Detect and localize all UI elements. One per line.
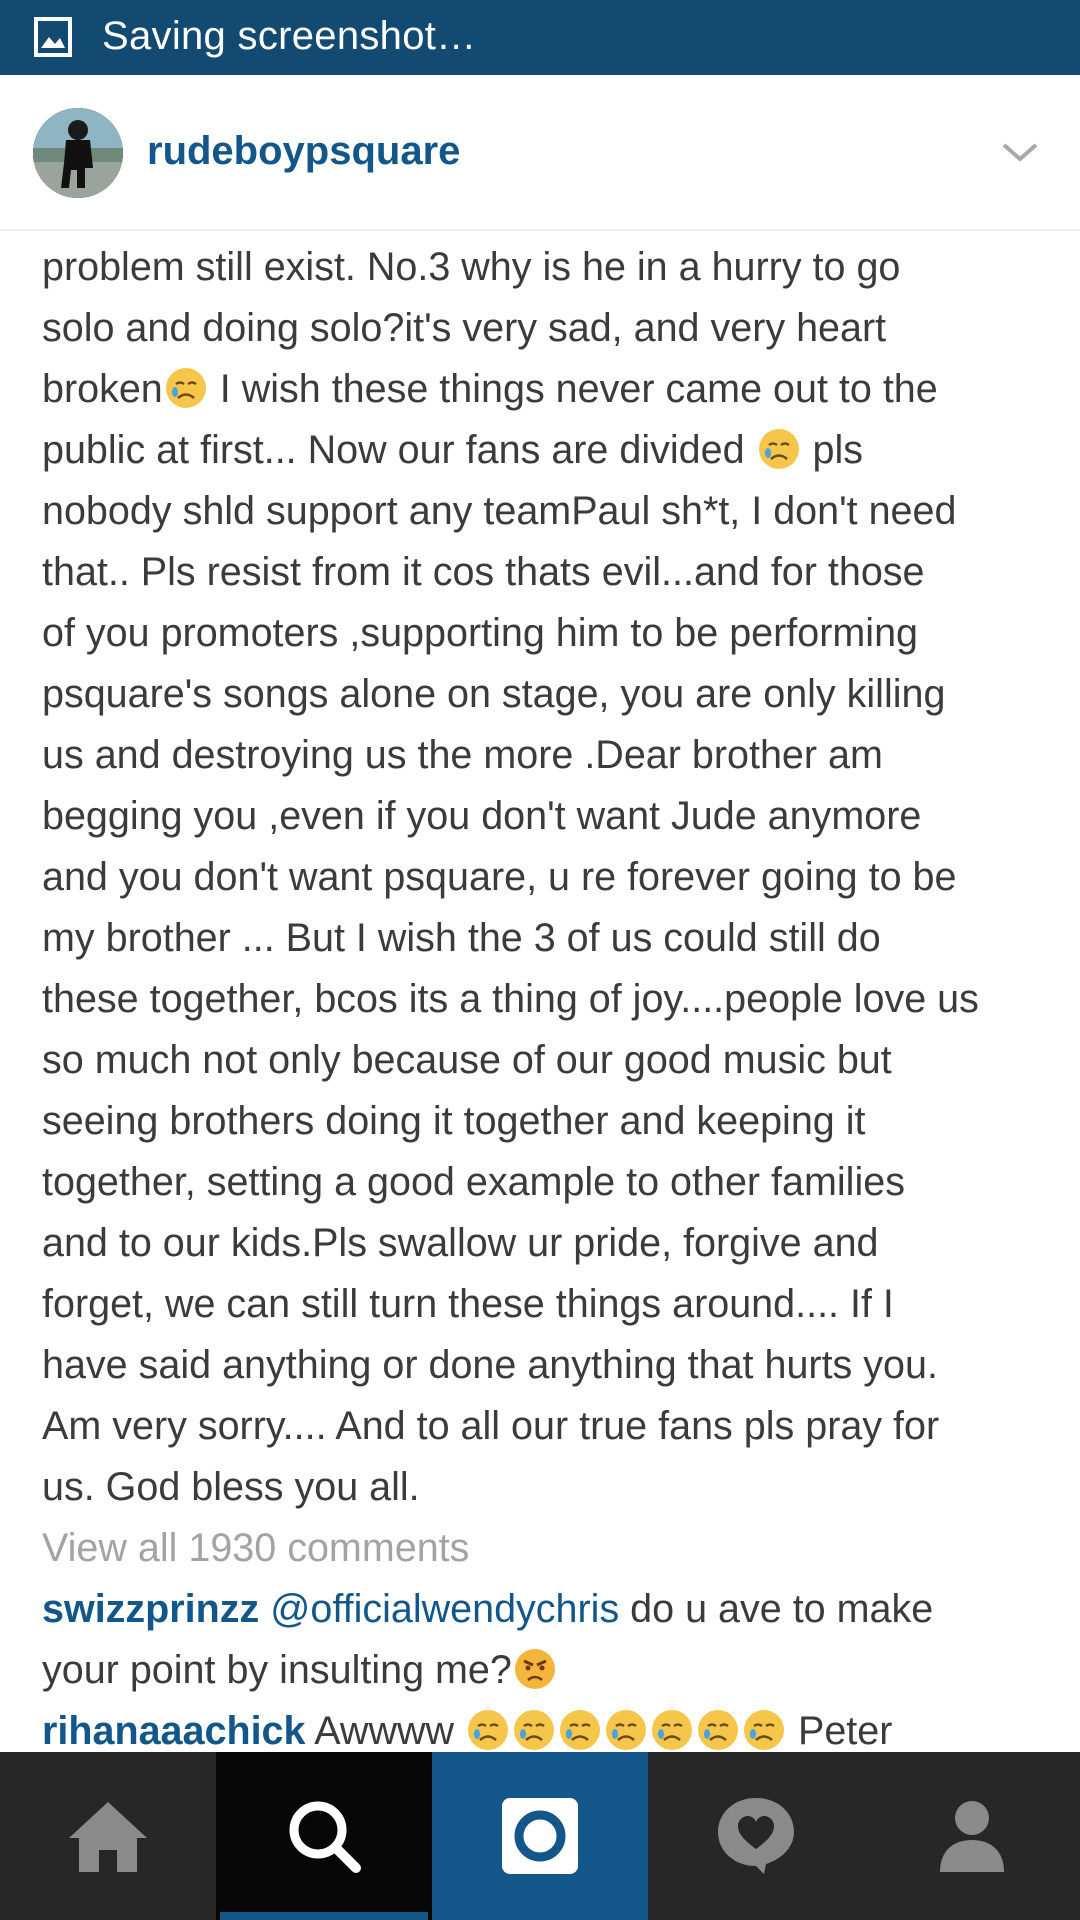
crying-face-emoji-icon (652, 1710, 692, 1750)
crying-face-emoji-icon (468, 1710, 508, 1750)
activity-heart-icon (718, 1798, 794, 1874)
comment-text: do u ave to make (619, 1587, 934, 1631)
post-username[interactable]: rudeboypsquare (147, 75, 460, 231)
caption-line: that.. Pls resist from it cos thats evil… (42, 550, 925, 594)
nav-profile[interactable] (864, 1752, 1080, 1920)
crying-face-emoji-icon (758, 429, 799, 469)
avatar[interactable] (33, 108, 123, 198)
caption-line: of you promoters ,supporting him to be p… (42, 611, 919, 655)
crying-face-emoji-icon (698, 1710, 738, 1750)
crying-face-emoji-icon (514, 1710, 554, 1750)
caption-line: have said anything or done anything that… (42, 1343, 938, 1387)
profile-icon (940, 1801, 1004, 1872)
crying-face-emoji-icon (560, 1710, 600, 1750)
caption-line: my brother ... But I wish the 3 of us co… (42, 916, 881, 960)
caption-line: and to our kids.Pls swallow ur pride, fo… (42, 1221, 879, 1265)
comment-item-continued: your point by insulting me? (42, 1640, 1052, 1701)
comment-username[interactable]: swizzprinzz (42, 1587, 259, 1631)
avatar-image (33, 108, 123, 198)
crying-face-emoji-icon (165, 368, 206, 408)
comment-text: your point by insulting me? (42, 1648, 512, 1692)
caption-line: public at first... Now our fans are divi… (42, 428, 863, 472)
comment-mention[interactable]: @officialwendychris (270, 1587, 619, 1631)
notification-text: Saving screenshot… (102, 14, 477, 58)
caption-line: Am very sorry.... And to all our true fa… (42, 1404, 940, 1448)
bottom-nav (0, 1752, 1080, 1920)
camera-icon (502, 1798, 578, 1874)
caption-line: these together, bcos its a thing of joy.… (42, 977, 979, 1021)
chevron-down-icon[interactable] (1000, 135, 1040, 169)
caption-line: together, setting a good example to othe… (42, 1160, 905, 1204)
caption-line: nobody shld support any teamPaul sh*t, I… (42, 489, 957, 533)
comment-item: rihanaaachick Awwww Peter (42, 1709, 893, 1752)
caption-line: forget, we can still turn these things a… (42, 1282, 894, 1326)
crying-face-emoji-icon (606, 1710, 646, 1750)
post-content[interactable]: ​ problem still exist. No.3 why is he in… (0, 231, 1080, 1752)
caption-line: begging you ,even if you don't want Jude… (42, 794, 922, 838)
nav-camera[interactable] (432, 1752, 648, 1920)
caption-line: solo and doing solo?it's very sad, and v… (42, 306, 887, 350)
nav-search[interactable] (216, 1752, 432, 1920)
status-bar: Saving screenshot… (0, 0, 1080, 75)
angry-face-emoji-icon (514, 1649, 555, 1689)
comment-username[interactable]: rihanaaachick (42, 1709, 305, 1752)
crying-face-emoji-icon (744, 1710, 784, 1750)
caption-line: so much not only because of our good mus… (42, 1038, 892, 1082)
caption-line: us and destroying us the more .Dear brot… (42, 733, 883, 777)
home-icon (69, 1802, 147, 1872)
caption-line: psquare's songs alone on stage, you are … (42, 672, 946, 716)
nav-activity[interactable] (648, 1752, 864, 1920)
comment-item: swizzprinzz @officialwendychris do u ave… (42, 1579, 1052, 1640)
image-icon (34, 17, 72, 57)
caption-line: us. God bless you all. (42, 1465, 420, 1509)
post-header: rudeboypsquare (0, 75, 1080, 231)
nav-home[interactable] (0, 1752, 216, 1920)
caption-line: and you don't want psquare, u re forever… (42, 855, 957, 899)
search-icon (289, 1801, 361, 1873)
caption-line: seeing brothers doing it together and ke… (42, 1099, 866, 1143)
post-caption: ​ problem still exist. No.3 why is he in… (42, 231, 1052, 1752)
view-all-comments-link[interactable]: View all 1930 comments (42, 1518, 1052, 1579)
caption-line: problem still exist. No.3 why is he in a… (42, 245, 901, 289)
caption-line: broken I wish these things never came ou… (42, 367, 938, 411)
